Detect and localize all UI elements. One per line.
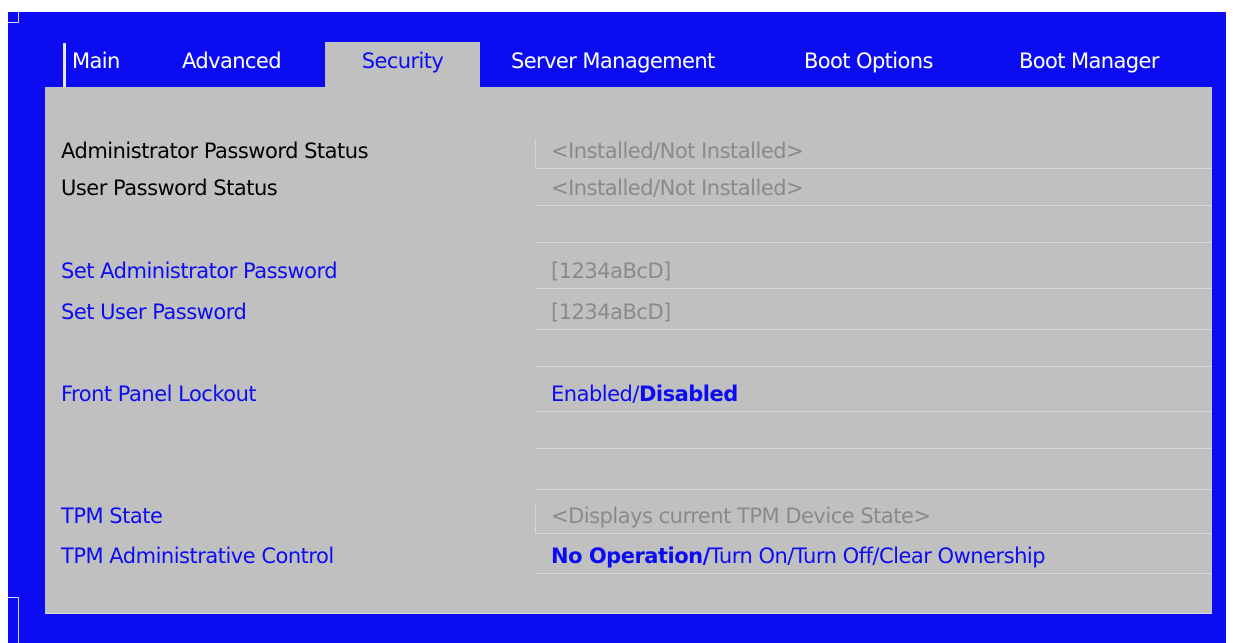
set-admin-password-label[interactable]: Set Administrator Password [61,253,338,289]
row-divider [535,411,1212,412]
tab-bar-divider [63,43,66,87]
spacer-row [45,454,1212,490]
admin-password-status-value: <Installed/Not Installed> [551,139,804,163]
row-divider [535,329,1212,330]
row-divider [535,168,1212,169]
row-divider [535,205,1212,206]
setting-row-front-panel-lockout[interactable]: Front Panel Lockout Enabled/Disabled [45,376,1212,412]
security-settings-panel: Administrator Password Status <Installed… [45,87,1212,614]
tpm-admin-control-option-no-operation: No Operation/ [551,544,710,568]
user-password-status-label: User Password Status [61,176,278,200]
spacer-row [45,207,1212,243]
row-divider [535,573,1212,574]
set-user-password-value[interactable]: [1234aBcD] [551,294,671,330]
row-divider [535,448,1212,449]
setting-row-admin-password-status: Administrator Password Status <Installed… [45,133,1212,169]
tpm-admin-control-value[interactable]: No Operation/Turn On/Turn Off/Clear Owne… [551,538,1046,574]
set-admin-password-value[interactable]: [1234aBcD] [551,253,671,289]
front-panel-lockout-value[interactable]: Enabled/Disabled [551,376,738,412]
spacer-row [45,413,1212,449]
front-panel-lockout-label[interactable]: Front Panel Lockout [61,376,257,412]
frame-corner-bottom [8,597,19,643]
panel-bottom-divider [45,613,1212,614]
tab-advanced[interactable]: Advanced [182,42,282,88]
tpm-admin-control-options-rest: Turn On/Turn Off/Clear Ownership [709,544,1046,568]
setting-row-user-password-status: User Password Status <Installed/Not Inst… [45,170,1212,206]
tab-main[interactable]: Main [72,42,120,88]
user-password-status-value: <Installed/Not Installed> [551,176,804,200]
set-user-password-label[interactable]: Set User Password [61,294,247,330]
front-panel-lockout-option-enabled: Enabled/ [551,382,639,406]
column-divider [535,139,536,169]
tab-server-management[interactable]: Server Management [511,42,715,88]
column-divider [535,504,536,534]
setting-row-set-user-password[interactable]: Set User Password [1234aBcD] [45,294,1212,330]
admin-password-status-label: Administrator Password Status [61,139,369,163]
row-divider [535,533,1212,534]
front-panel-lockout-option-disabled: Disabled [638,382,738,406]
tpm-admin-control-label[interactable]: TPM Administrative Control [61,538,334,574]
row-divider [535,242,1212,243]
spacer-row [45,331,1212,367]
setting-row-tpm-state: TPM State <Displays current TPM Device S… [45,498,1212,534]
row-divider [535,489,1212,490]
row-divider [535,366,1212,367]
tpm-state-label: TPM State [61,504,163,528]
row-divider [535,288,1212,289]
tab-bar: Main Advanced Security Server Management… [8,12,1226,99]
tab-boot-manager[interactable]: Boot Manager [1019,42,1159,88]
setting-row-tpm-admin-control[interactable]: TPM Administrative Control No Operation/… [45,538,1212,574]
tpm-state-value: <Displays current TPM Device State> [551,504,931,528]
tab-boot-options[interactable]: Boot Options [804,42,933,88]
setting-row-set-admin-password[interactable]: Set Administrator Password [1234aBcD] [45,253,1212,289]
